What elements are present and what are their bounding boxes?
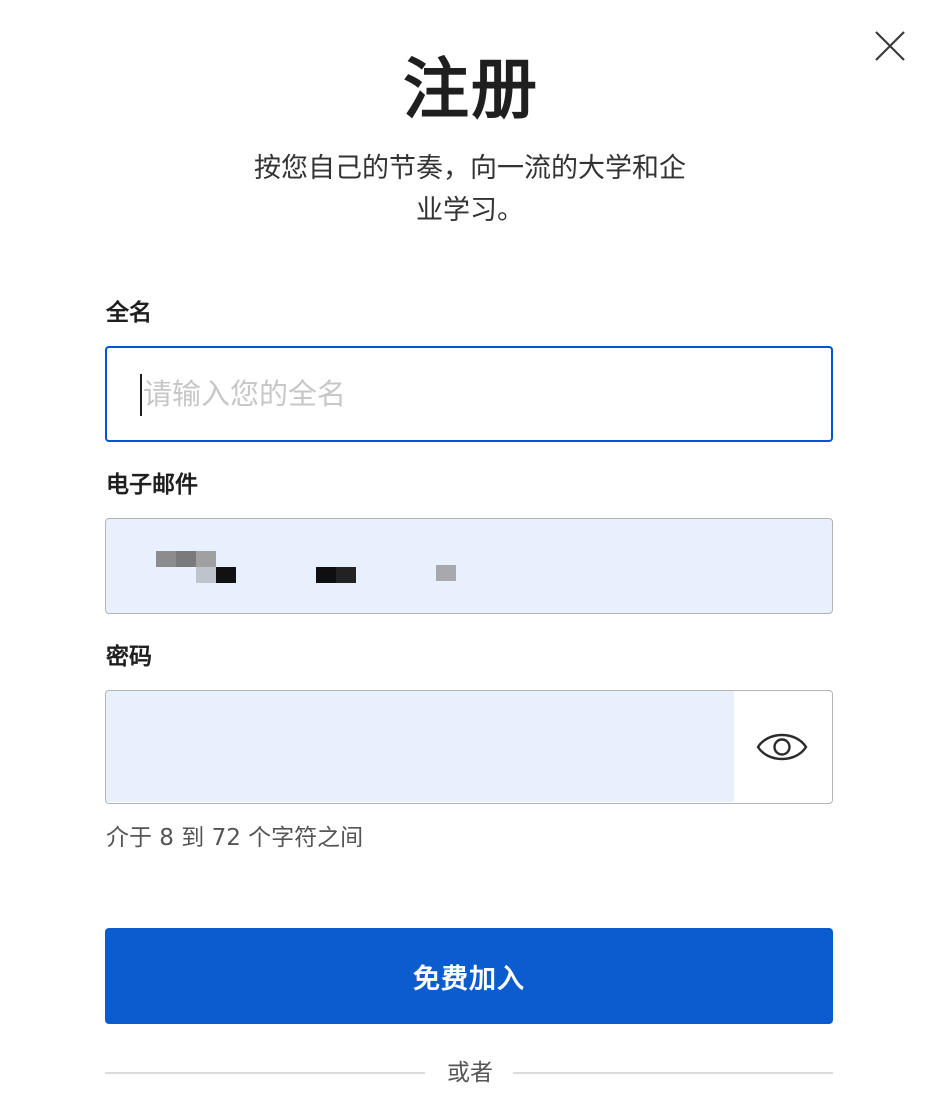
password-field-box xyxy=(105,690,833,804)
page-subtitle: 按您自己的节奏，向一流的大学和企业学习。 xyxy=(254,153,686,226)
password-input[interactable] xyxy=(130,691,724,803)
password-label: 密码 xyxy=(106,644,152,670)
join-free-button[interactable]: 免费加入 xyxy=(105,928,833,1024)
email-field[interactable] xyxy=(105,518,833,614)
divider-or-label: 或者 xyxy=(447,1060,493,1086)
divider-line-right xyxy=(513,1072,833,1074)
full-name-label: 全名 xyxy=(106,300,152,326)
text-caret xyxy=(140,374,142,416)
signup-dialog: 注册 按您自己的节奏，向一流的大学和企业学习。 全名 电子邮件 密码 介于 8 … xyxy=(0,0,942,1100)
page-title: 注册 xyxy=(403,51,539,128)
full-name-field-box xyxy=(105,346,833,442)
email-label: 电子邮件 xyxy=(106,472,198,498)
eye-icon[interactable] xyxy=(754,725,810,769)
divider-line-left xyxy=(105,1072,425,1074)
email-value-redacted xyxy=(156,549,476,585)
full-name-input[interactable] xyxy=(139,348,823,440)
password-hint: 介于 8 到 72 个字符之间 xyxy=(106,825,364,851)
